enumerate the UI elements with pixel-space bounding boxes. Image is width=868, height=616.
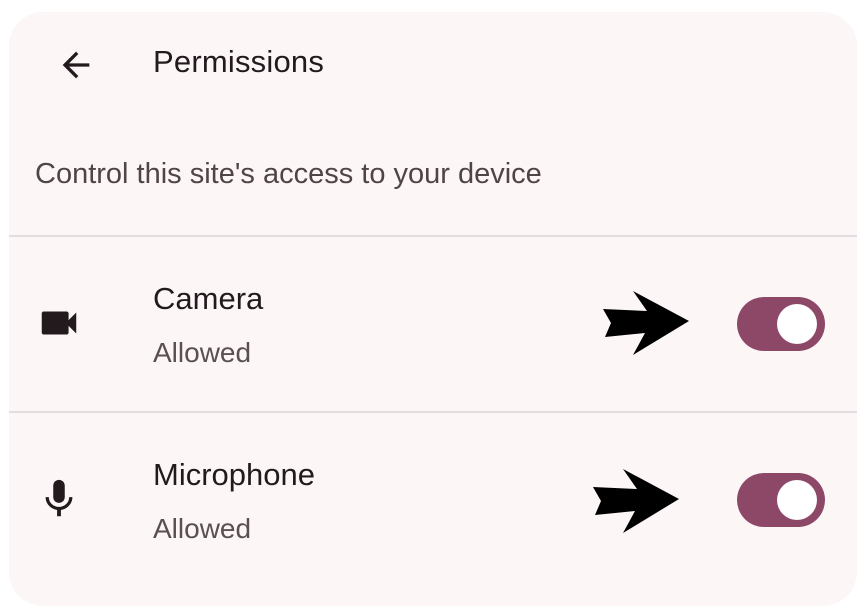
right-arrow-pointer-icon (603, 291, 689, 355)
permission-name: Microphone (153, 457, 315, 492)
permission-status: Allowed (153, 513, 252, 544)
toggle-knob (777, 480, 817, 520)
permission-status: Allowed (153, 337, 252, 368)
microphone-toggle[interactable] (737, 473, 825, 527)
camera-toggle[interactable] (737, 297, 825, 351)
permission-row-camera[interactable]: Camera Allowed (9, 237, 857, 411)
arrow-back-icon (62, 51, 90, 79)
permissions-sheet: Permissions Control this site's access t… (9, 12, 857, 606)
permission-row-microphone[interactable]: Microphone Allowed (9, 413, 857, 587)
videocam-icon (35, 299, 83, 347)
permission-name: Camera (153, 281, 264, 316)
header: Permissions (9, 12, 857, 117)
toggle-knob (777, 304, 817, 344)
right-arrow-pointer-icon (593, 469, 679, 533)
page-title: Permissions (153, 44, 325, 79)
mic-icon (35, 475, 83, 523)
page-description: Control this site's access to your devic… (35, 158, 542, 190)
back-button[interactable] (49, 38, 103, 92)
